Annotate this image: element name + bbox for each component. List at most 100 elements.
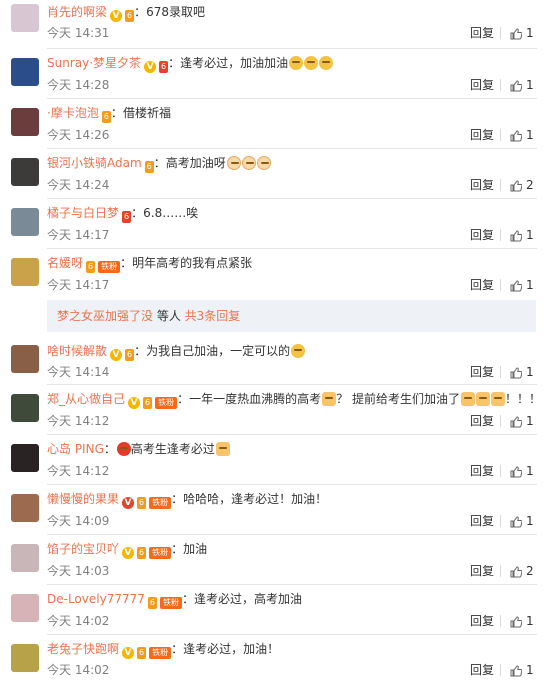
username[interactable]: 名媛呀 — [47, 256, 83, 270]
separator — [500, 27, 501, 39]
cheer-emoji-icon — [304, 56, 319, 70]
reply-button[interactable]: 回复 — [470, 177, 494, 193]
like-button[interactable]: 1 — [510, 463, 534, 479]
colon: ： — [171, 542, 184, 556]
reply-button[interactable]: 回复 — [470, 277, 494, 293]
avatar[interactable] — [11, 644, 39, 672]
avatar[interactable] — [11, 444, 39, 472]
avatar[interactable] — [11, 594, 39, 622]
cheer-emoji-icon — [291, 344, 306, 358]
comment-text: 逢考必过，高考加油 — [193, 592, 302, 606]
like-button[interactable]: 1 — [510, 77, 534, 93]
verified-badge: V — [110, 344, 123, 362]
comment-text-end: ！！！ — [504, 392, 541, 406]
thumbs-up-icon — [510, 416, 523, 432]
like-count: 1 — [526, 78, 534, 92]
thumbs-up-icon — [510, 516, 523, 532]
level-badge: 6 — [125, 349, 135, 361]
avatar[interactable] — [11, 258, 39, 286]
like-button[interactable]: 1 — [510, 227, 534, 243]
thumbs-up-icon — [510, 28, 523, 44]
colon: ： — [134, 344, 147, 358]
username[interactable]: 老兔子快跑啊 — [47, 642, 119, 656]
comment-text: 高考加油呀 — [165, 156, 226, 170]
avatar[interactable] — [11, 394, 39, 422]
avatar[interactable] — [11, 494, 39, 522]
comment-text: 加油 — [183, 542, 208, 556]
separator — [500, 229, 501, 241]
comment-text: 一年一度热血沸腾的高考 — [189, 392, 322, 406]
avatar[interactable] — [11, 4, 39, 32]
level-badge: 6 — [86, 261, 96, 273]
like-button[interactable]: 2 — [510, 177, 534, 193]
timestamp: 今天 14:26 — [47, 128, 110, 142]
reply-button[interactable]: 回复 — [470, 513, 494, 529]
level-badge: 6 — [159, 61, 169, 73]
like-button[interactable]: 2 — [510, 563, 534, 579]
divider — [47, 634, 537, 635]
divider — [47, 148, 537, 149]
like-count: 2 — [526, 564, 534, 578]
username[interactable]: 懒慢慢的果果 — [47, 492, 119, 506]
username[interactable]: ·摩卡泡泡 — [47, 106, 99, 120]
username[interactable]: 肖先的啊梁 — [47, 5, 107, 19]
reply-button[interactable]: 回复 — [470, 77, 494, 93]
avatar[interactable] — [11, 544, 39, 572]
more-replies-user[interactable]: 梦之女巫加强了没 — [57, 309, 153, 323]
colon: ： — [103, 442, 116, 456]
reply-button[interactable]: 回复 — [470, 25, 494, 41]
like-count: 1 — [526, 464, 534, 478]
like-count: 1 — [526, 26, 534, 40]
fan-badge: 铁粉 — [149, 542, 172, 560]
like-button[interactable]: 1 — [510, 413, 534, 429]
like-button[interactable]: 1 — [510, 662, 534, 678]
reply-button[interactable]: 回复 — [470, 127, 494, 143]
username[interactable]: 橘子与白日梦 — [47, 206, 119, 220]
comment-text: 逢考必过，加油！ — [183, 642, 280, 656]
avatar[interactable] — [11, 208, 39, 236]
timestamp: 今天 14:09 — [47, 514, 110, 528]
avatar[interactable] — [11, 58, 39, 86]
comment-text: 明年高考的我有点紧张 — [132, 256, 253, 270]
colon: ： — [181, 592, 194, 606]
level-badge: 6 — [147, 597, 157, 609]
reply-button[interactable]: 回复 — [470, 563, 494, 579]
timestamp: 今天 14:12 — [47, 464, 110, 478]
reply-button[interactable]: 回复 — [470, 227, 494, 243]
like-button[interactable]: 1 — [510, 277, 534, 293]
username[interactable]: 银河小铁骑Adam — [47, 156, 142, 170]
reply-button[interactable]: 回复 — [470, 463, 494, 479]
like-count: 1 — [526, 365, 534, 379]
like-button[interactable]: 1 — [510, 127, 534, 143]
level-badge: 6 — [101, 111, 111, 123]
like-button[interactable]: 1 — [510, 613, 534, 629]
username[interactable]: Sunray·梦星夕茶 — [47, 56, 141, 70]
username[interactable]: 啥时候解散 — [47, 344, 107, 358]
username[interactable]: 心岛 PING — [47, 442, 104, 456]
timestamp: 今天 14:17 — [47, 278, 110, 292]
username[interactable]: De-Lovely77777 — [47, 592, 145, 606]
thumbs-up-icon — [510, 180, 523, 196]
reply-button[interactable]: 回复 — [470, 413, 494, 429]
more-replies-link[interactable]: 共3条回复 — [185, 309, 241, 323]
like-button[interactable]: 1 — [510, 513, 534, 529]
like-button[interactable]: 1 — [510, 364, 534, 380]
colon: ： — [171, 642, 184, 656]
avatar[interactable] — [11, 345, 39, 373]
thumbs-up-icon — [510, 280, 523, 296]
like-button[interactable]: 1 — [510, 25, 534, 41]
reply-button[interactable]: 回复 — [470, 662, 494, 678]
fan-badge: 铁粉 — [155, 392, 178, 410]
reply-button[interactable]: 回复 — [470, 364, 494, 380]
thumbs-up-emoji-icon — [322, 392, 337, 406]
username[interactable]: 馅子的宝贝吖 — [47, 542, 119, 556]
avatar[interactable] — [11, 158, 39, 186]
avatar[interactable] — [11, 108, 39, 136]
separator — [500, 415, 501, 427]
username[interactable]: 郑_从心做自己 — [47, 392, 125, 406]
divider — [47, 248, 537, 249]
dog-emoji-icon — [241, 156, 256, 170]
reply-button[interactable]: 回复 — [470, 613, 494, 629]
colon: ： — [171, 492, 184, 506]
timestamp: 今天 14:24 — [47, 178, 110, 192]
